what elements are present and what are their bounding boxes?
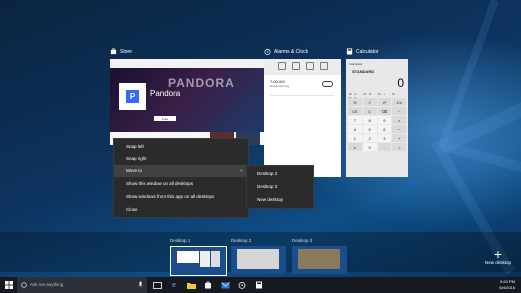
calculator-key[interactable]: .: [377, 143, 392, 151]
store-thumbnail[interactable]: PANDORA P Pandora Free: [110, 59, 264, 145]
store-icon: [110, 48, 117, 55]
menu-item-snap-right[interactable]: Snap right: [114, 153, 248, 165]
calculator-key[interactable]: +: [392, 134, 406, 142]
calculator-header: Calculator: [349, 62, 363, 66]
menu-item-close[interactable]: Close: [114, 204, 248, 216]
store-title-label: Store: [120, 48, 132, 55]
alarms-window-title: Alarms & Clock: [264, 48, 308, 55]
calculator-key[interactable]: 6: [377, 125, 392, 133]
mail-icon[interactable]: [218, 277, 232, 293]
alarms-thumbnail[interactable]: 7:00 AM Good morning: [264, 59, 341, 177]
pandora-logo: P: [119, 83, 146, 110]
search-circle-icon: [21, 282, 27, 288]
alarm-clock-icon: [264, 48, 271, 55]
pandora-logo-letter: P: [126, 90, 139, 103]
calculator-key[interactable]: 1: [348, 134, 362, 142]
plus-icon: +: [493, 246, 503, 262]
file-explorer-icon[interactable]: [184, 277, 198, 293]
calculator-key[interactable]: 9: [377, 116, 392, 124]
calculator-key[interactable]: ×: [392, 116, 406, 124]
calculator-key[interactable]: ⌫: [377, 107, 392, 115]
calculator-key[interactable]: 1/x: [392, 98, 406, 106]
mini-window: [298, 249, 340, 269]
desktop-1-thumbnail[interactable]: [170, 246, 227, 276]
calculator-key[interactable]: =: [392, 143, 406, 151]
submenu-item-desktop-3[interactable]: Desktop 3: [247, 181, 313, 193]
menu-item-move-to[interactable]: Move to ›: [114, 165, 248, 177]
calculator-key[interactable]: 8: [362, 116, 377, 124]
store-brand-text: PANDORA: [168, 76, 235, 90]
store-window[interactable]: Store PANDORA P Pandora Free: [110, 49, 264, 145]
calculator-icon[interactable]: [252, 277, 266, 293]
calculator-key[interactable]: 4: [348, 125, 362, 133]
calculator-display: 0: [397, 76, 404, 90]
mini-window: [177, 251, 199, 263]
new-desktop-button[interactable]: + New desktop: [480, 246, 516, 265]
clock-date: 6/4/2016: [499, 285, 515, 290]
alarm-clock-icon[interactable]: [235, 277, 249, 293]
edge-icon[interactable]: e: [167, 277, 181, 293]
desktop-3-label: Desktop 3: [292, 238, 313, 243]
menu-item-move-to-label: Move to: [126, 168, 143, 173]
alarm-toggle[interactable]: [322, 81, 333, 87]
calculator-icon: [346, 48, 353, 55]
microphone-icon[interactable]: [138, 281, 143, 289]
menu-item-show-app-all-desktops[interactable]: Show windows from this app on all deskto…: [114, 191, 248, 203]
alarms-window[interactable]: Alarms & Clock 7:00 AM Good morning: [264, 49, 341, 177]
calculator-keypad: % √ x² 1/x CE C ⌫ ÷ 7 8 9 × 4 5 6− 1 2 3 + ±0. =: [348, 98, 406, 151]
calculator-key[interactable]: ÷: [392, 107, 406, 115]
mini-window: [237, 249, 279, 269]
chevron-right-icon: ›: [240, 168, 242, 174]
divider: [270, 95, 334, 96]
calculator-thumbnail[interactable]: Calculator STANDARD 0 MC MR M+ M- MS %√x…: [346, 59, 408, 177]
calculator-key[interactable]: ±: [348, 143, 362, 151]
submenu-item-desktop-2[interactable]: Desktop 2: [247, 168, 313, 180]
menu-item-show-window-all-desktops[interactable]: Show this window on all desktops: [114, 178, 248, 190]
store-window-title: Store: [110, 48, 132, 55]
search-placeholder: Ask me anything: [30, 282, 64, 287]
store-free-button[interactable]: Free: [154, 116, 176, 121]
calculator-key[interactable]: 7: [348, 116, 362, 124]
calculator-key[interactable]: √: [362, 98, 377, 106]
mini-window: [211, 251, 220, 267]
desktop-2-label: Desktop 2: [231, 238, 252, 243]
calculator-key[interactable]: 3: [377, 134, 392, 142]
calculator-mode: STANDARD: [352, 69, 375, 74]
menu-item-snap-left[interactable]: Snap left: [114, 141, 248, 153]
system-clock[interactable]: 5:20 PM 6/4/2016: [499, 279, 515, 291]
move-to-submenu: Desktop 2 Desktop 3 New desktop: [246, 165, 314, 209]
store-app-name: Pandora: [150, 89, 181, 98]
calculator-key[interactable]: x²: [377, 98, 392, 106]
windows-start-icon[interactable]: [2, 277, 16, 293]
calculator-key[interactable]: C: [362, 107, 377, 115]
store-icon[interactable]: [201, 277, 215, 293]
submenu-item-new-desktop[interactable]: New desktop: [247, 194, 313, 206]
mini-window: [200, 251, 210, 267]
calculator-title-label: Calculator: [356, 48, 379, 55]
desktop-2-thumbnail[interactable]: [231, 246, 286, 274]
calculator-key[interactable]: 2: [362, 134, 377, 142]
desktop-3-thumbnail[interactable]: [292, 246, 347, 274]
new-desktop-label: New desktop: [484, 260, 511, 265]
calculator-key[interactable]: CE: [348, 107, 362, 115]
task-view-icon[interactable]: [150, 277, 164, 293]
calculator-window-title: Calculator: [346, 48, 379, 55]
calculator-key[interactable]: 5: [362, 125, 377, 133]
desktop-1-label: Desktop 1: [170, 238, 191, 243]
calculator-window[interactable]: Calculator Calculator STANDARD 0 MC MR M…: [346, 48, 408, 177]
alarms-header: [264, 59, 341, 75]
calculator-key[interactable]: −: [392, 125, 406, 133]
alarms-tabs: [278, 62, 328, 70]
search-box[interactable]: Ask me anything: [17, 277, 147, 293]
calculator-key[interactable]: 0: [362, 143, 377, 151]
window-context-menu: Snap left Snap right Move to › Show this…: [113, 138, 249, 218]
taskbar: Ask me anything e 5:20 PM 6/4/2016: [0, 277, 521, 293]
calculator-key[interactable]: %: [348, 98, 362, 106]
alarms-title-label: Alarms & Clock: [274, 48, 309, 55]
